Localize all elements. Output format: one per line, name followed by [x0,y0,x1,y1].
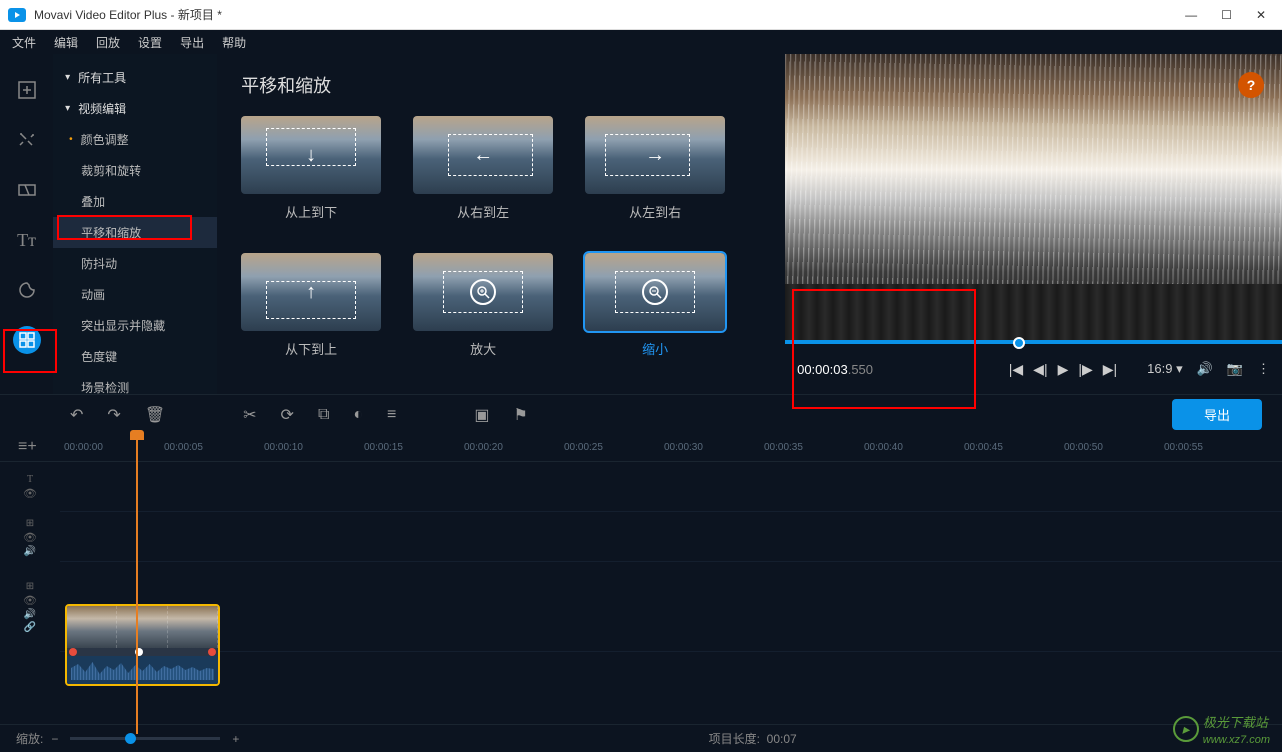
zoom-out-button[interactable]: − [51,732,58,746]
preview-panel: ? 00:00:03.550 |◀ ◀| ▶ |▶ ▶| 16:9 ▾ 🔊 📷 … [785,54,1282,394]
sidebar-item-scenedetect[interactable]: 场景检测 [53,372,217,403]
undo-button[interactable]: ↶ [70,405,83,425]
sidebar-item-highlight[interactable]: 突出显示并隐藏 [53,310,217,341]
menu-playback[interactable]: 回放 [96,34,120,51]
menu-bar: 文件 编辑 回放 设置 导出 帮助 [0,30,1282,54]
more-tools-icon[interactable] [13,326,41,354]
sidebar-item-crop[interactable]: 裁剪和旋转 [53,155,217,186]
filters-icon[interactable] [13,126,41,154]
left-rail: Tᴛ [0,54,53,394]
prev-clip-button[interactable]: |◀ [1009,361,1023,378]
aspect-ratio-select[interactable]: 16:9 ▾ [1147,361,1182,377]
watermark: ▸ 极光下载站www.xz7.com [1173,712,1270,746]
export-button[interactable]: 导出 [1172,399,1262,430]
preview-controls: 00:00:03.550 |◀ ◀| ▶ |▶ ▶| 16:9 ▾ 🔊 📷 ⋮ [785,344,1282,394]
step-back-button[interactable]: ◀| [1033,361,1047,378]
timeline: ≡+ 00:00:0000:00:0500:00:1000:00:1500:00… [0,434,1282,652]
titles-icon[interactable]: Tᴛ [13,226,41,254]
rotate-button[interactable]: ⟳ [281,405,294,425]
app-logo-icon [8,8,26,22]
effect-zoom-out[interactable]: 缩小 [585,253,725,358]
cut-button[interactable]: ✂ [243,405,256,425]
magnify-plus-icon [470,279,496,305]
watermark-icon: ▸ [1173,716,1199,742]
preview-scrub-handle[interactable] [1013,337,1025,349]
main-area: Tᴛ 所有工具 视频编辑 颜色调整 裁剪和旋转 叠加 平移和缩放 防抖动 动画 … [0,54,1282,394]
add-track-button[interactable]: ≡+ [18,438,48,456]
tracks-area[interactable] [60,462,1282,652]
preview-video[interactable] [785,54,1282,344]
clip-properties-button[interactable]: ▣ [474,405,489,425]
redo-button[interactable]: ↷ [107,405,120,425]
adjust-button[interactable]: ≡ [387,406,396,424]
track-label-title[interactable]: T👁 [0,462,60,512]
step-fwd-button[interactable]: |▶ [1078,361,1092,378]
zoom-label: 缩放: [16,730,43,747]
marker-button[interactable]: ⚑ [514,405,528,425]
sidebar-item-animation[interactable]: 动画 [53,279,217,310]
effect-zoom-in[interactable]: 放大 [413,253,553,358]
window-title: Movavi Video Editor Plus - 新项目 * [34,6,222,23]
maximize-button[interactable]: ☐ [1221,8,1232,22]
effects-title: 平移和缩放 [241,72,761,98]
add-media-icon[interactable] [13,76,41,104]
menu-export[interactable]: 导出 [180,34,204,51]
zoom-in-button[interactable]: + [232,732,239,746]
delete-button[interactable]: 🗑 [145,405,165,425]
video-clip[interactable] [65,604,220,686]
stickers-icon[interactable] [13,276,41,304]
timeline-ruler[interactable]: ≡+ 00:00:0000:00:0500:00:1000:00:1500:00… [0,434,1282,462]
magnify-minus-icon [642,279,668,305]
sidebar-header-videoedit[interactable]: 视频编辑 [53,93,217,124]
menu-help[interactable]: 帮助 [222,34,246,51]
zoom-slider-handle[interactable] [125,733,136,744]
track-label-overlay[interactable]: ⊞👁🔊 [0,512,60,562]
help-button[interactable]: ? [1238,72,1264,98]
window-titlebar: Movavi Video Editor Plus - 新项目 * — ☐ ✕ [0,0,1282,30]
track-label-video[interactable]: ⊞👁🔊🔗 [0,562,60,652]
status-bar: 缩放: − + 项目长度: 00:07 [0,724,1282,752]
snapshot-button[interactable]: 📷 [1227,361,1243,377]
effects-panel: 平移和缩放 ↓ 从上到下 ← 从右到左 → 从左到右 ↑ 从下到上 放大 [217,54,785,394]
preview-scrubber[interactable] [785,340,1282,344]
tools-sidebar: 所有工具 视频编辑 颜色调整 裁剪和旋转 叠加 平移和缩放 防抖动 动画 突出显… [53,54,217,394]
volume-button[interactable]: 🔊 [1197,361,1213,377]
sidebar-item-color[interactable]: 颜色调整 [53,124,217,155]
sidebar-item-overlay[interactable]: 叠加 [53,186,217,217]
effect-top-to-bottom[interactable]: ↓ 从上到下 [241,116,381,221]
minimize-button[interactable]: — [1185,8,1197,22]
timeline-playhead[interactable] [136,434,138,734]
close-button[interactable]: ✕ [1256,8,1266,22]
next-clip-button[interactable]: ▶| [1103,361,1117,378]
sidebar-header-all[interactable]: 所有工具 [53,62,217,93]
play-button[interactable]: ▶ [1058,361,1069,378]
menu-edit[interactable]: 编辑 [54,34,78,51]
menu-settings[interactable]: 设置 [138,34,162,51]
zoom-slider[interactable] [70,737,220,740]
preview-more-button[interactable]: ⋮ [1257,361,1270,377]
effect-left-to-right[interactable]: → 从左到右 [585,116,725,221]
sidebar-item-panzoom[interactable]: 平移和缩放 [53,217,217,248]
track-labels: T👁 ⊞👁🔊 ⊞👁🔊🔗 [0,462,60,652]
crop-button[interactable]: ⧉ [318,406,329,424]
sidebar-item-stabilize[interactable]: 防抖动 [53,248,217,279]
menu-file[interactable]: 文件 [12,34,36,51]
transitions-icon[interactable] [13,176,41,204]
preview-timecode: 00:00:03.550 [797,362,873,377]
color-button[interactable]: ◐ [353,406,363,424]
sidebar-item-chromakey[interactable]: 色度键 [53,341,217,372]
effect-bottom-to-top[interactable]: ↑ 从下到上 [241,253,381,358]
effect-right-to-left[interactable]: ← 从右到左 [413,116,553,221]
